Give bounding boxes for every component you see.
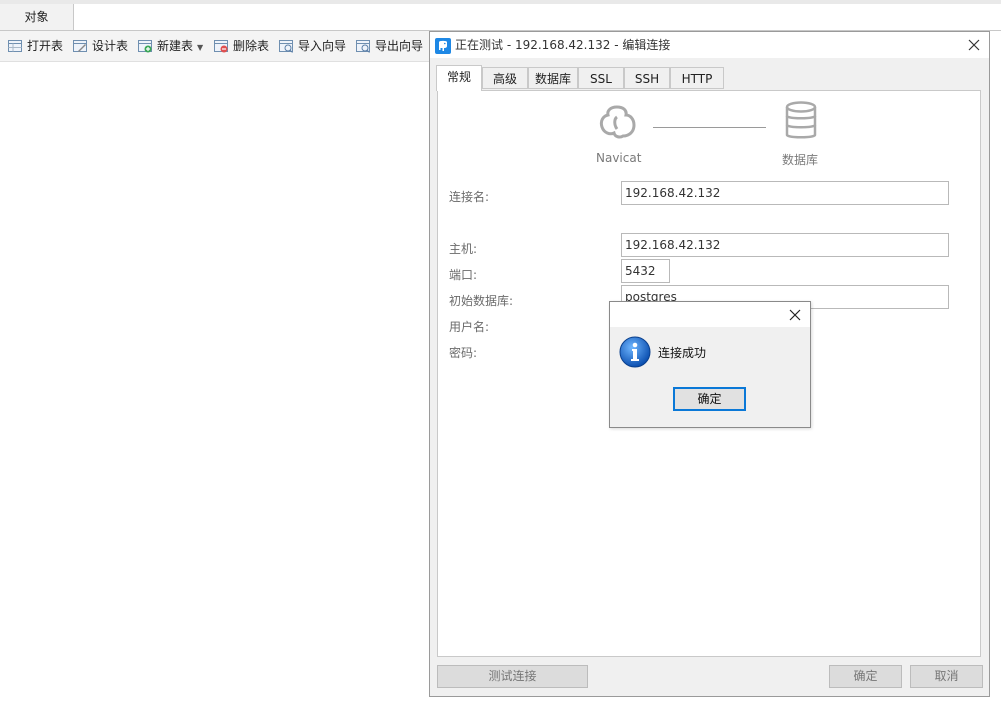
- navicat-logo-label: Navicat: [596, 151, 642, 165]
- tab-database[interactable]: 数据库: [528, 67, 578, 89]
- tab-advanced[interactable]: 高级: [482, 67, 528, 89]
- tab-objects[interactable]: 对象: [0, 4, 74, 30]
- new-table-label: 新建表: [157, 39, 194, 53]
- initial-database-label: 初始数据库:: [449, 294, 514, 308]
- connection-line: [653, 127, 766, 128]
- delete-table-label: 删除表: [233, 39, 270, 53]
- delete-table-button[interactable]: 删除表: [214, 31, 269, 61]
- export-wizard-icon: [356, 39, 370, 53]
- password-label: 密码:: [449, 346, 478, 360]
- open-table-label: 打开表: [27, 39, 64, 53]
- main-tab-bar: 对象: [0, 4, 1001, 31]
- navicat-logo-icon: [599, 105, 636, 139]
- port-input[interactable]: 5432: [621, 259, 670, 283]
- import-wizard-button[interactable]: 导入向导: [279, 31, 346, 61]
- tab-ssl[interactable]: SSL: [578, 67, 624, 89]
- database-logo-label: 数据库: [782, 153, 819, 167]
- tab-http[interactable]: HTTP: [670, 67, 724, 89]
- connection-name-input[interactable]: 192.168.42.132: [621, 181, 949, 205]
- port-label: 端口:: [449, 268, 478, 282]
- import-wizard-icon: [279, 39, 293, 53]
- connection-success-messagebox: 连接成功 确定: [609, 301, 811, 428]
- object-list-pane[interactable]: [0, 62, 430, 704]
- connection-name-label: 连接名:: [449, 190, 490, 204]
- open-table-icon: [8, 39, 22, 52]
- host-input[interactable]: 192.168.42.132: [621, 233, 949, 257]
- close-icon[interactable]: [964, 35, 984, 55]
- info-icon: [619, 336, 651, 368]
- tab-general[interactable]: 常规: [436, 65, 482, 91]
- design-table-label: 设计表: [92, 39, 129, 53]
- host-label: 主机:: [449, 242, 478, 256]
- object-toolbar: 打开表 设计表 新建表 ▼ 删除表 导入向导 导出向导: [0, 31, 430, 62]
- dialog-ok-button[interactable]: 确定: [829, 665, 902, 688]
- database-icon: [785, 101, 817, 139]
- open-table-button[interactable]: 打开表: [8, 31, 63, 61]
- postgresql-elephant-icon: [435, 38, 451, 54]
- messagebox-text: 连接成功: [658, 346, 707, 360]
- export-wizard-button[interactable]: 导出向导: [356, 31, 423, 61]
- new-table-button[interactable]: 新建表 ▼: [138, 31, 203, 61]
- delete-table-icon: [214, 39, 228, 52]
- messagebox-ok-button[interactable]: 确定: [673, 387, 746, 411]
- messagebox-title-bar[interactable]: [610, 302, 810, 327]
- test-connection-button[interactable]: 测试连接: [437, 665, 588, 688]
- design-table-button[interactable]: 设计表: [73, 31, 128, 61]
- close-icon[interactable]: [785, 305, 805, 325]
- design-table-icon: [73, 39, 87, 52]
- export-wizard-label: 导出向导: [375, 39, 424, 53]
- tab-ssh[interactable]: SSH: [624, 67, 670, 89]
- import-wizard-label: 导入向导: [298, 39, 347, 53]
- new-table-icon: [138, 39, 152, 52]
- chevron-down-icon[interactable]: ▼: [197, 43, 203, 52]
- dialog-title-bar[interactable]: 正在测试 - 192.168.42.132 - 编辑连接: [430, 32, 989, 58]
- username-label: 用户名:: [449, 320, 490, 334]
- dialog-cancel-button[interactable]: 取消: [910, 665, 983, 688]
- dialog-title: 正在测试 - 192.168.42.132 - 编辑连接: [455, 38, 671, 52]
